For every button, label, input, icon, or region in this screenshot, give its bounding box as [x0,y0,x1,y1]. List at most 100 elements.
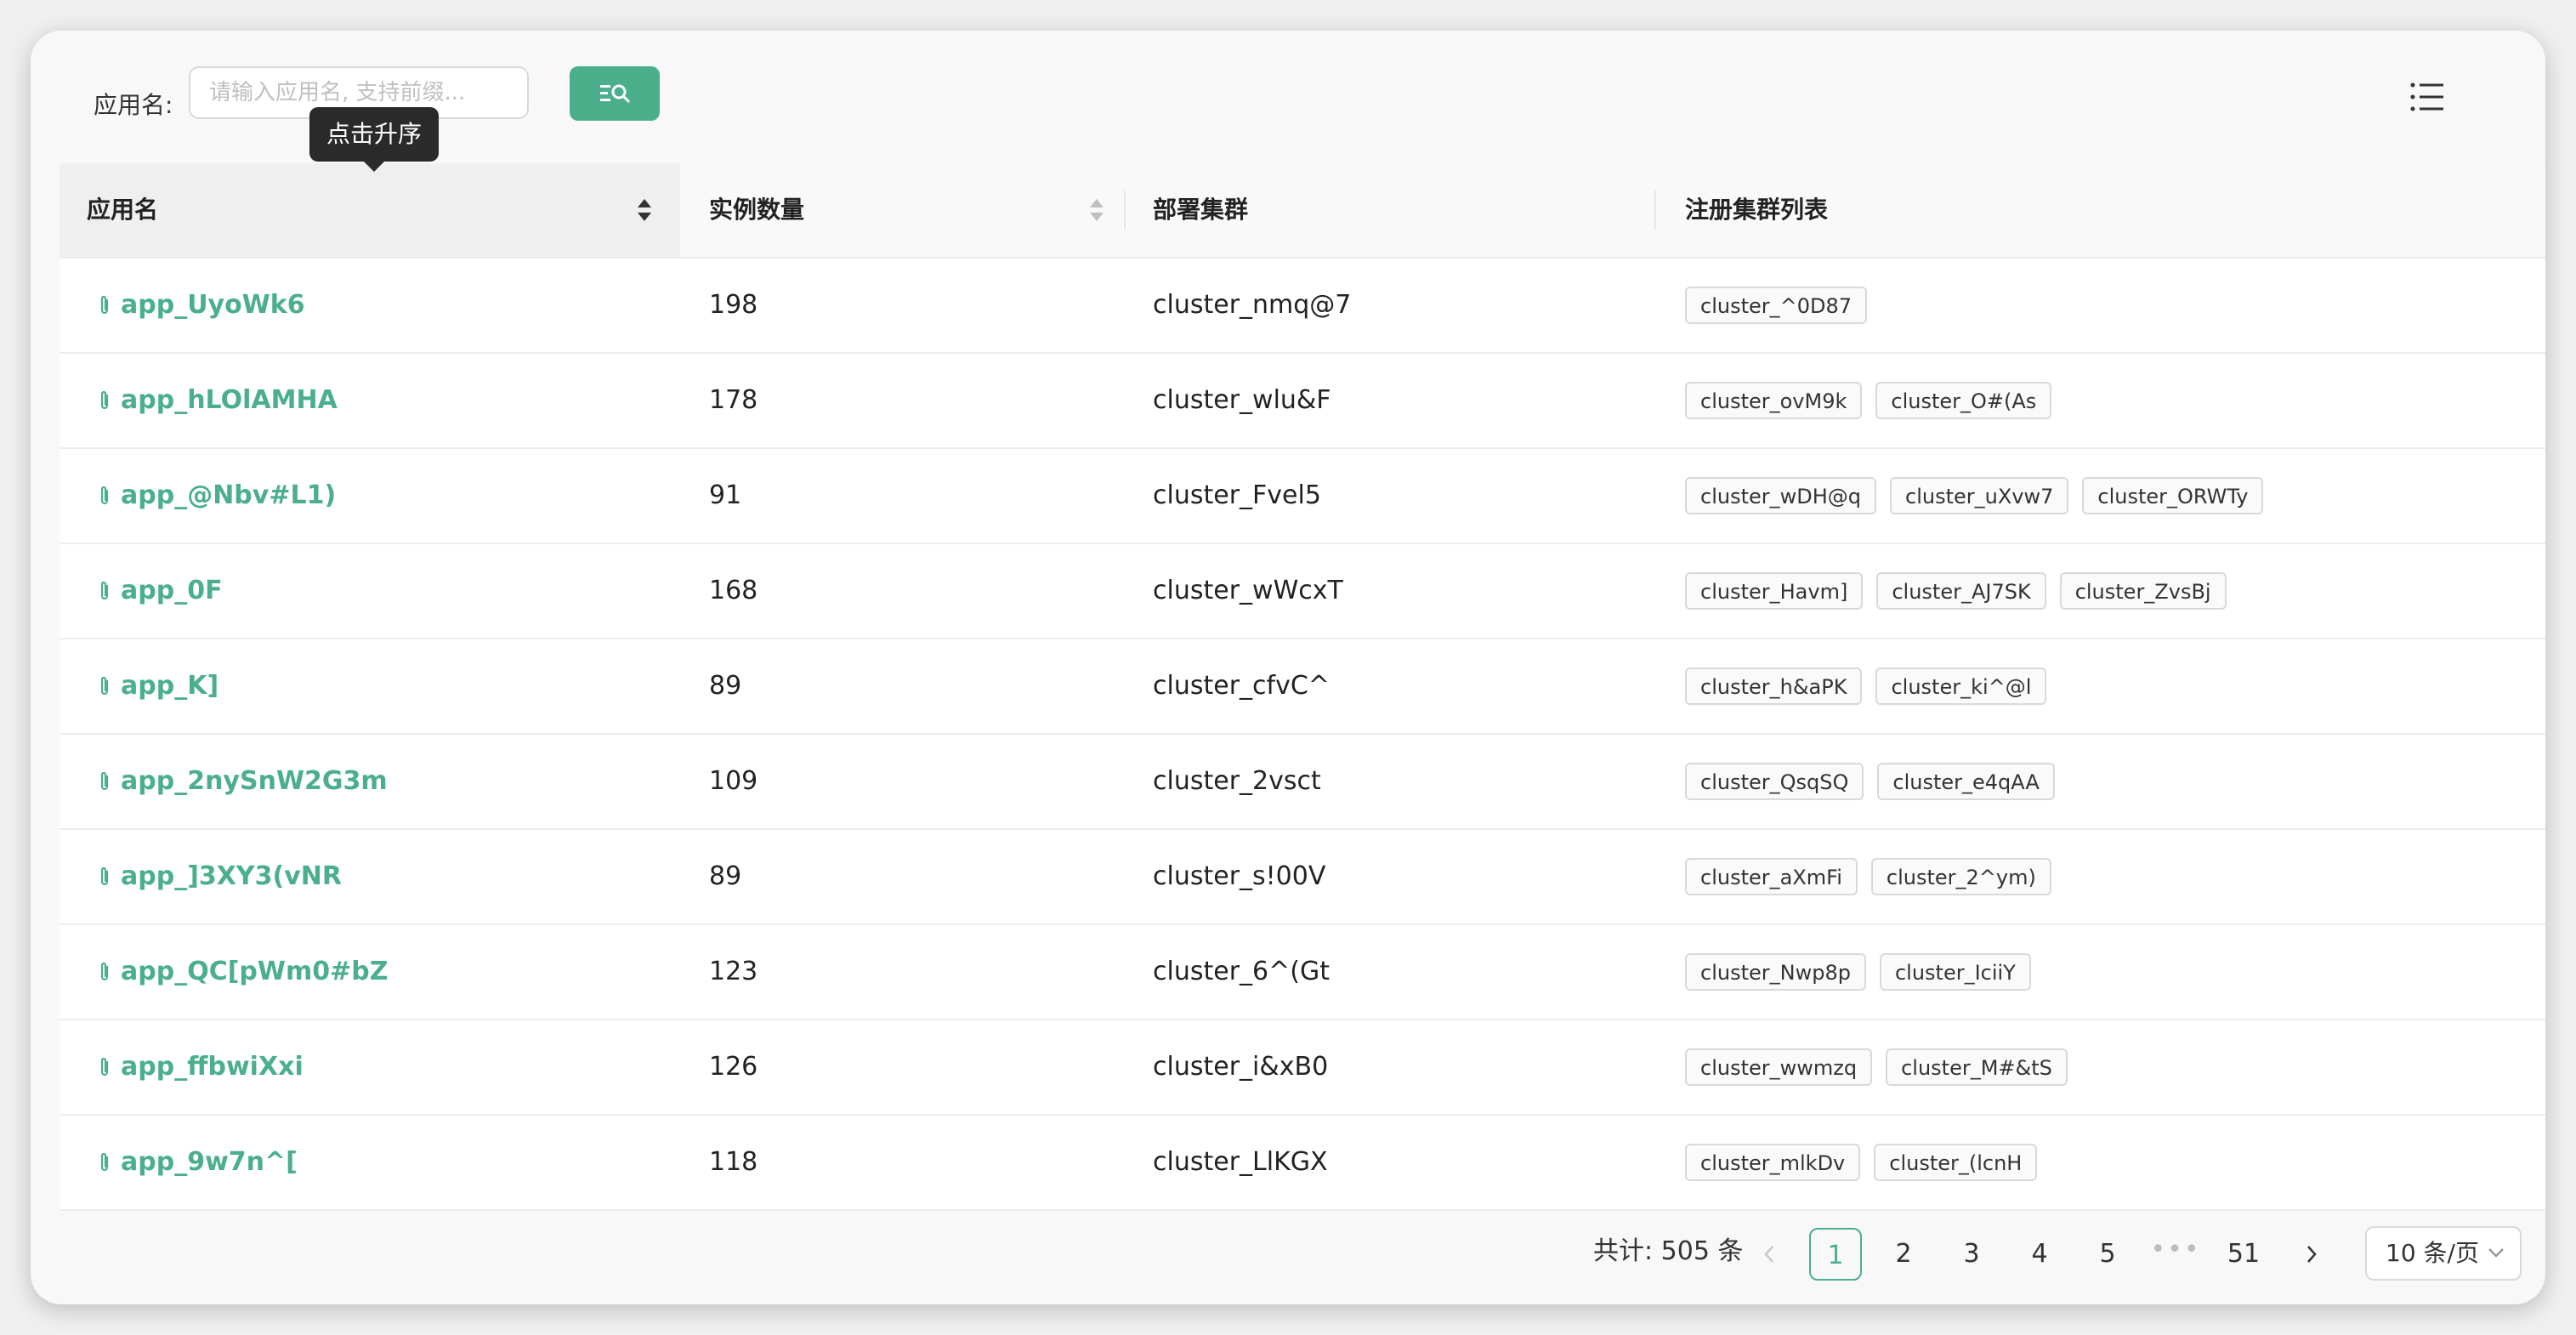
app-link[interactable]: app_ffbwiXxi [97,1020,304,1114]
cluster-tag: cluster_aXmFi [1685,858,1858,895]
paperclip-icon [100,866,109,886]
app-name: app_9w7n^[ [121,1147,298,1177]
page-5[interactable]: 5 [2081,1228,2134,1281]
app-name-cell: app_UyoWk6 [97,258,305,352]
app-link[interactable]: app_9w7n^[ [97,1116,298,1209]
deploy-cluster-cell: cluster_6^(Gt [1153,957,1330,986]
column-header-registered-clusters: 注册集群列表 [1685,163,1828,257]
page-4[interactable]: 4 [2013,1228,2066,1281]
instances-cell: 126 [709,1052,758,1082]
instances-cell: 89 [709,861,742,891]
deploy-cluster-cell: cluster_cfvC^ [1153,671,1330,701]
page-1[interactable]: 1 [1809,1228,1862,1281]
registered-clusters-cell: cluster_ovM9k cluster_O#(As [1685,354,2052,447]
sort-icon[interactable] [636,196,653,224]
deploy-cluster-cell: cluster_wlu&F [1153,385,1331,415]
deploy-cluster-cell: cluster_s!00V [1153,861,1326,891]
column-header-deploy-cluster: 部署集群 [1153,163,1248,257]
app-link[interactable]: app_QC[pWm0#bZ [97,925,389,1019]
instances-cell: 91 [709,480,742,510]
paperclip-icon [100,676,109,696]
total-count: 共计: 505 条 [1593,1236,1744,1266]
table-header: 应用名 实例数量 部署集群 注册集群列表 [60,163,2545,258]
chevron-left-icon [1764,1246,1773,1263]
page-size-select[interactable]: 10 条/页 [2365,1226,2522,1281]
table-row: app_0F 168 cluster_wWcxT cluster_Havm] cl… [60,544,2545,639]
list-settings-icon[interactable] [2409,80,2445,114]
app-name-cell: app_ffbwiXxi [97,1020,304,1114]
page-3[interactable]: 3 [1945,1228,1998,1281]
app-name: app_K] [121,671,219,701]
paperclip-icon [100,1057,109,1077]
paperclip-icon [100,962,109,981]
deploy-cluster-cell: cluster_Fvel5 [1153,480,1321,510]
registered-clusters-cell: cluster_mlkDv cluster_(lcnH [1685,1116,2038,1209]
registered-clusters-cell: cluster_wwmzq cluster_M#&tS [1685,1020,2068,1114]
cluster-tag: cluster_^0D87 [1685,287,1868,324]
app-name-cell: app_hLOlAMHA [97,354,338,447]
app-name: app_@Nbv#L1) [121,480,337,510]
sort-tooltip: 点击升序 [309,107,440,172]
app-name-cell: app_2nySnW2G3m [97,735,388,828]
app-link[interactable]: app_]3XY3(vNR [97,830,342,923]
apps-table: 应用名 实例数量 部署集群 注册集群列表 app_UyoWk6 198 clus… [60,163,2545,1211]
column-header-instances[interactable]: 实例数量 [680,163,1124,257]
paperclip-icon [100,581,109,600]
registered-clusters-cell: cluster_Nwp8p cluster_IciiY [1685,925,2031,1019]
app-name: app_UyoWk6 [121,290,305,320]
deploy-cluster-cell: cluster_nmq@7 [1153,290,1352,320]
cluster-tag: cluster_h&aPK [1685,668,1863,705]
app-link[interactable]: app_UyoWk6 [97,258,305,352]
cluster-tag: cluster_e4qAA [1877,763,2055,800]
instances-cell: 178 [709,385,758,415]
column-header-label: 实例数量 [709,196,805,224]
app-link[interactable]: app_hLOlAMHA [97,354,338,447]
app-link[interactable]: app_@Nbv#L1) [97,449,336,543]
sort-icon[interactable] [1088,196,1105,224]
next-page-button[interactable] [2285,1228,2338,1281]
app-name: app_2nySnW2G3m [121,766,388,796]
deploy-cluster-cell: cluster_2vsct [1153,766,1321,796]
prev-page-button[interactable] [1743,1228,1796,1281]
column-header-app-name[interactable]: 应用名 [60,163,680,257]
cluster-tag: cluster_wwmzq [1685,1048,1873,1086]
cluster-tag: cluster_ORWTy [2082,477,2264,514]
app-link[interactable]: app_2nySnW2G3m [97,735,388,828]
page-ellipsis[interactable]: ••• [2149,1228,2202,1281]
deploy-cluster-cell: cluster_LlKGX [1153,1147,1328,1177]
cluster-tag: cluster_wDH@q [1685,477,1877,514]
paperclip-icon [100,295,109,315]
cluster-tag: cluster_Havm] [1685,572,1864,610]
cluster-tag: cluster_ki^@l [1875,668,2047,705]
table-row: app_ffbwiXxi 126 cluster_i&xB0 cluster_w… [60,1020,2545,1116]
table-row: app_@Nbv#L1) 91 cluster_Fvel5 cluster_wD… [60,449,2545,544]
app-name: app_ffbwiXxi [121,1052,304,1082]
column-divider [1124,190,1126,230]
app-name: app_QC[pWm0#bZ [121,957,389,986]
app-name: app_0F [121,576,223,605]
app-link[interactable]: app_K] [97,639,218,733]
app-name-cell: app_@Nbv#L1) [97,449,336,543]
tooltip-arrow [364,162,384,172]
app-name-filter-label: 应用名: [94,91,173,119]
app-window: 应用名: 应用名 实例数量 [31,31,2545,1304]
chevron-right-icon [2307,1246,2317,1263]
table-body: app_UyoWk6 198 cluster_nmq@7 cluster_^0D… [60,258,2545,1211]
table-row: app_2nySnW2G3m 109 cluster_2vsct cluster… [60,735,2545,830]
cluster-tag: cluster_Nwp8p [1685,953,1866,991]
cluster-tag: cluster_(lcnH [1874,1144,2038,1181]
page-size-value: 10 条/页 [2386,1239,2479,1267]
registered-clusters-cell: cluster_^0D87 [1685,258,1868,352]
sort-tooltip-text: 点击升序 [326,120,423,148]
page-last[interactable]: 51 [2217,1228,2270,1281]
registered-clusters-cell: cluster_h&aPK cluster_ki^@l [1685,639,2047,733]
app-name: app_hLOlAMHA [121,385,338,415]
registered-clusters-cell: cluster_aXmFi cluster_2^ym) [1685,830,2051,923]
cluster-tag: cluster_mlkDv [1685,1144,1861,1181]
instances-cell: 123 [709,957,758,986]
page-2[interactable]: 2 [1877,1228,1930,1281]
instances-cell: 198 [709,290,758,320]
app-link[interactable]: app_0F [97,544,223,638]
search-button[interactable] [570,66,660,121]
column-header-label: 部署集群 [1153,196,1249,224]
